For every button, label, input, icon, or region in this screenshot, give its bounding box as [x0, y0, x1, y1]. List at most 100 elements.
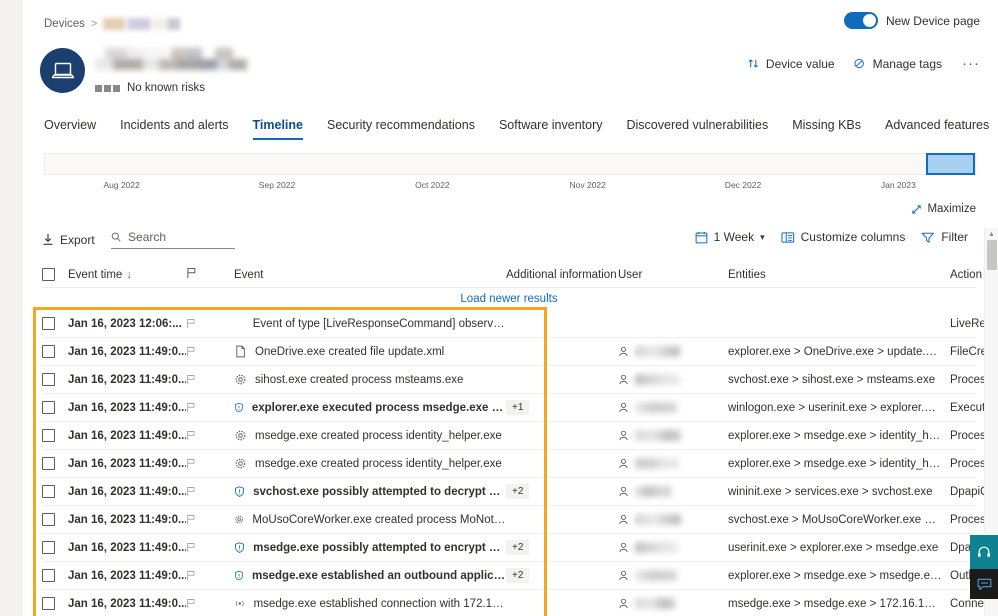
column-header-event[interactable]: Event: [234, 269, 506, 281]
more-actions-button[interactable]: ···: [960, 55, 982, 72]
sort-updown-icon: [748, 59, 758, 68]
row-checkbox-cell[interactable]: [42, 485, 68, 498]
table-row[interactable]: Jan 16, 2023 12:06:... Event of type [Liv…: [42, 310, 998, 338]
row-checkbox-cell[interactable]: [42, 345, 68, 358]
table-row[interactable]: Jan 16, 2023 11:49:0... svchost.exe possi…: [42, 478, 998, 506]
tab-software-inventory[interactable]: Software inventory: [499, 118, 603, 140]
table-row[interactable]: Jan 16, 2023 11:49:0... msedge.exe create…: [42, 422, 998, 450]
flag-icon: [187, 514, 195, 525]
cell-user: [618, 570, 728, 581]
cell-entities: explorer.exe > msedge.exe > msedge.exe >…: [728, 569, 950, 582]
row-checkbox[interactable]: [42, 541, 55, 554]
row-checkbox[interactable]: [42, 373, 55, 386]
table-row[interactable]: Jan 16, 2023 11:49:0... MoUsoCoreWorker.e…: [42, 506, 998, 534]
additional-info-badge[interactable]: +1: [506, 400, 530, 415]
gear-icon: [235, 515, 244, 524]
tab-advanced-features[interactable]: Advanced features: [885, 118, 989, 140]
row-checkbox-cell[interactable]: [42, 569, 68, 582]
additional-info-badge[interactable]: +2: [506, 540, 530, 555]
tab-overview[interactable]: Overview: [44, 118, 96, 140]
table-row[interactable]: Jan 16, 2023 11:49:0... msedge.exe establ…: [42, 590, 998, 616]
filter-button[interactable]: Filter: [921, 230, 968, 244]
row-checkbox-cell[interactable]: [42, 401, 68, 414]
export-button[interactable]: Export: [42, 233, 95, 247]
person-icon: [619, 374, 628, 385]
date-range-button[interactable]: 1 Week ▾: [695, 230, 765, 244]
cell-flag[interactable]: [186, 430, 234, 441]
person-icon: [619, 570, 628, 581]
row-checkbox-cell[interactable]: [42, 457, 68, 470]
timeline-scrubber[interactable]: [44, 153, 976, 175]
column-header-event-time[interactable]: Event time ↓: [68, 269, 186, 281]
maximize-button[interactable]: Maximize: [911, 203, 976, 215]
new-device-page-toggle[interactable]: [843, 12, 878, 29]
table-row[interactable]: Jan 16, 2023 11:49:0... msedge.exe possib…: [42, 534, 998, 562]
row-checkbox[interactable]: [42, 597, 55, 610]
cell-flag[interactable]: [186, 402, 234, 413]
row-checkbox-cell[interactable]: [42, 373, 68, 386]
load-newer-results-link[interactable]: Load newer results: [42, 288, 976, 310]
tab-security-recommendations[interactable]: Security recommendations: [327, 118, 475, 140]
additional-info-badge[interactable]: +2: [506, 484, 530, 499]
tab-timeline[interactable]: Timeline: [252, 118, 304, 140]
scrollbar-thumb[interactable]: [987, 240, 997, 270]
timeline-scrubber-selection[interactable]: [926, 153, 975, 175]
cell-event-time: Jan 16, 2023 11:49:0...: [68, 569, 186, 582]
column-header-entities[interactable]: Entities: [728, 269, 950, 281]
search-box[interactable]: [110, 230, 235, 249]
scroll-up-arrow-icon[interactable]: ▲: [985, 228, 998, 240]
row-checkbox[interactable]: [42, 569, 55, 582]
row-checkbox[interactable]: [42, 457, 55, 470]
select-all-checkbox-cell[interactable]: [42, 268, 68, 281]
row-checkbox[interactable]: [42, 317, 55, 330]
cell-flag[interactable]: [186, 598, 234, 609]
cell-additional-information: +2: [506, 540, 618, 555]
cell-flag[interactable]: [186, 374, 234, 385]
cell-flag[interactable]: [186, 458, 234, 469]
cell-event: msedge.exe possibly attempted to encrypt…: [234, 541, 506, 554]
tab-missing-kbs[interactable]: Missing KBs: [792, 118, 861, 140]
select-all-checkbox[interactable]: [42, 268, 55, 281]
timeline-axis-tick: Oct 2022: [415, 180, 450, 190]
additional-info-badge[interactable]: +2: [506, 568, 530, 583]
row-checkbox-cell[interactable]: [42, 597, 68, 610]
column-header-flag[interactable]: [186, 267, 234, 282]
cell-flag[interactable]: [186, 542, 234, 553]
table-row[interactable]: Jan 16, 2023 11:49:0... msedge.exe create…: [42, 450, 998, 478]
cell-flag[interactable]: [186, 486, 234, 497]
device-value-button[interactable]: Device value: [747, 57, 835, 71]
event-content: msedge.exe possibly attempted to encrypt…: [234, 541, 506, 554]
event-content: OneDrive.exe created file update.xml: [234, 345, 506, 358]
cell-flag[interactable]: [186, 318, 234, 329]
table-row[interactable]: Jan 16, 2023 11:49:0... sihost.exe create…: [42, 366, 998, 394]
tab-incidents-and-alerts[interactable]: Incidents and alerts: [120, 118, 228, 140]
search-input[interactable]: [128, 230, 235, 244]
column-header-user[interactable]: User: [618, 269, 728, 281]
cell-flag[interactable]: [186, 570, 234, 581]
customize-columns-button[interactable]: Customize columns: [781, 230, 905, 244]
row-checkbox[interactable]: [42, 401, 55, 414]
table-row[interactable]: Jan 16, 2023 11:49:0... msedge.exe establ…: [42, 562, 998, 590]
breadcrumb-devices-link[interactable]: Devices: [44, 18, 85, 30]
cell-flag[interactable]: [186, 346, 234, 357]
table-row[interactable]: Jan 16, 2023 11:49:0... explorer.exe exec…: [42, 394, 998, 422]
cell-flag[interactable]: [186, 514, 234, 525]
row-checkbox[interactable]: [42, 429, 55, 442]
tab-discovered-vulnerabilities[interactable]: Discovered vulnerabilities: [627, 118, 769, 140]
row-checkbox-cell[interactable]: [42, 317, 68, 330]
feedback-button[interactable]: [970, 569, 998, 599]
cell-entities: winlogon.exe > userinit.exe > explorer.e…: [728, 401, 950, 414]
timeline-toolbar-right: 1 Week ▾ Customize columns Filter: [695, 230, 968, 244]
filter-label: Filter: [941, 230, 968, 244]
row-checkbox[interactable]: [42, 513, 55, 526]
row-checkbox-cell[interactable]: [42, 513, 68, 526]
column-header-additional-information[interactable]: Additional information: [506, 269, 618, 281]
row-checkbox-cell[interactable]: [42, 429, 68, 442]
support-button[interactable]: [970, 535, 998, 569]
new-device-page-toggle-group[interactable]: New Device page: [843, 12, 980, 29]
row-checkbox[interactable]: [42, 345, 55, 358]
row-checkbox[interactable]: [42, 485, 55, 498]
manage-tags-button[interactable]: Manage tags: [853, 57, 942, 71]
row-checkbox-cell[interactable]: [42, 541, 68, 554]
table-row[interactable]: Jan 16, 2023 11:49:0... OneDrive.exe crea…: [42, 338, 998, 366]
